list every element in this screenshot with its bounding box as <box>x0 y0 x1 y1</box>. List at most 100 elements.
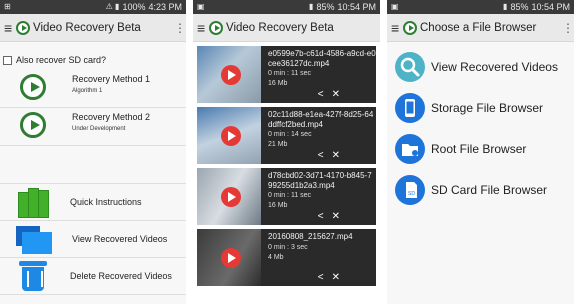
notification-icon: ▣ <box>197 2 205 11</box>
menu-icon[interactable]: ≡ <box>197 20 207 36</box>
main-screen: ⊞ ⚠ ▮ 100% 4:23 PM ≡ Video Recovery Beta… <box>0 0 186 304</box>
method-subtitle: Under Development <box>72 126 126 132</box>
close-icon[interactable]: ✕ <box>332 272 340 283</box>
sd-card-file-browser-option[interactable]: SD SD Card File Browser <box>387 169 574 210</box>
video-thumbnail[interactable] <box>197 168 261 225</box>
close-icon[interactable]: ✕ <box>332 150 340 161</box>
video-size: 4 Mb <box>268 253 284 261</box>
app-logo-icon <box>403 20 417 35</box>
status-bar: ▣ ▮ 85% 10:54 PM <box>193 0 380 14</box>
battery-level: 85% <box>316 2 335 12</box>
play-icon[interactable] <box>221 248 241 268</box>
video-card[interactable]: e0599e7b-c61d-4586-a9cd-e0cee36127dc.mp4… <box>197 46 376 103</box>
recovery-method-1[interactable]: Recovery Method 1 Algorithm 1 <box>0 70 186 108</box>
menu-icon[interactable]: ≡ <box>4 20 14 36</box>
play-icon[interactable] <box>221 65 241 85</box>
video-card[interactable]: d78cbd02-3d71-4170-b845-799255d1b2a3.mp4… <box>197 168 376 225</box>
close-icon[interactable]: ✕ <box>332 211 340 222</box>
play-icon[interactable] <box>221 187 241 207</box>
video-size: 16 Mb <box>268 202 288 209</box>
video-filename: d78cbd02-3d71-4170-b845-799255d1b2a3.mp4 <box>268 171 372 190</box>
overflow-menu-icon[interactable]: ⋮ <box>174 21 186 35</box>
svg-text:SD: SD <box>408 191 415 197</box>
status-bar: ▣ ▮ 85% 10:54 PM <box>387 0 574 14</box>
action-label: View Recovered Videos <box>72 234 168 244</box>
video-duration: 0 min : 3 sec <box>268 243 308 251</box>
play-icon[interactable] <box>221 126 241 146</box>
video-filename: 02c11d88-e1ea-427f-8d25-64ddffcf2bed.mp4 <box>268 110 374 129</box>
quick-instructions-item[interactable]: Quick Instructions <box>0 184 186 221</box>
clock: 4:23 PM <box>148 2 182 12</box>
action-label: Quick Instructions <box>70 197 142 207</box>
file-browser-list: View Recovered Videos Storage File Brows… <box>387 42 574 210</box>
video-size: 16 Mb <box>268 80 288 87</box>
video-thumbnail[interactable] <box>197 46 261 103</box>
action-label: Delete Recovered Videos <box>70 271 172 281</box>
share-icon[interactable]: < <box>318 211 324 222</box>
sdcard-icon: SD <box>395 174 425 205</box>
view-recovered-videos-option[interactable]: View Recovered Videos <box>387 46 574 87</box>
clock: 10:54 PM <box>337 2 376 12</box>
option-label: View Recovered Videos <box>431 59 558 74</box>
video-thumbnail[interactable] <box>197 229 261 286</box>
method-title: Recovery Method 2 <box>72 112 151 122</box>
app-bar: ≡ Choose a File Browser ⋮ <box>387 14 574 42</box>
phone-icon <box>395 92 425 123</box>
video-list-screen: ▣ ▮ 85% 10:54 PM ≡ Video Recovery Beta e… <box>193 0 380 304</box>
root-file-browser-option[interactable]: Root File Browser <box>387 128 574 169</box>
app-title: Video Recovery Beta <box>33 21 141 34</box>
option-label: Root File Browser <box>431 141 527 156</box>
notification-icon: ⊞ <box>4 2 11 11</box>
share-icon[interactable]: < <box>318 272 324 283</box>
video-duration: 0 min : 11 sec <box>268 192 312 199</box>
app-logo-icon <box>209 20 223 35</box>
storage-file-browser-option[interactable]: Storage File Browser <box>387 87 574 128</box>
video-card[interactable]: 20160808_215627.mp4 0 min : 3 sec 4 Mb <… <box>197 229 376 286</box>
sd-card-checkbox[interactable] <box>3 55 12 65</box>
trash-icon <box>16 259 50 293</box>
sd-card-checkbox-label: Also recover SD card? <box>16 55 107 65</box>
video-list: e0599e7b-c61d-4586-a9cd-e0cee36127dc.mp4… <box>193 42 380 286</box>
clock: 10:54 PM <box>531 2 570 12</box>
folder-icon <box>16 224 52 254</box>
video-size: 21 Mb <box>268 141 288 148</box>
app-bar: ≡ Video Recovery Beta <box>193 14 380 42</box>
battery-level: 85% <box>510 2 529 12</box>
overflow-menu-icon[interactable]: ⋮ <box>562 21 574 35</box>
notification-icon: ▣ <box>391 2 399 11</box>
share-icon[interactable]: < <box>318 150 324 161</box>
delete-recovered-videos-item[interactable]: Delete Recovered Videos <box>0 258 186 295</box>
method-subtitle: Algorithm 1 <box>72 88 103 94</box>
app-title: Video Recovery Beta <box>226 21 334 34</box>
video-thumbnail[interactable] <box>197 107 261 164</box>
menu-icon[interactable]: ≡ <box>391 20 401 36</box>
play-icon <box>20 74 46 100</box>
share-icon[interactable]: < <box>318 89 324 100</box>
video-filename: 20160808_215627.mp4 <box>268 232 353 241</box>
video-filename: e0599e7b-c61d-4586-a9cd-e0cee36127dc.mp4 <box>268 49 376 68</box>
app-title: Choose a File Browser <box>420 21 537 34</box>
method-title: Recovery Method 1 <box>72 74 151 84</box>
option-label: Storage File Browser <box>431 100 544 115</box>
video-duration: 0 min : 14 sec <box>268 131 312 138</box>
view-recovered-videos-item[interactable]: View Recovered Videos <box>0 221 186 258</box>
folder-icon <box>395 133 425 164</box>
close-icon[interactable]: ✕ <box>332 89 340 100</box>
signal-icon: ▮ <box>503 2 508 11</box>
signal-icon: ⚠ ▮ <box>105 2 120 11</box>
empty-row <box>0 146 186 184</box>
app-bar: ≡ Video Recovery Beta ⋮ <box>0 14 186 42</box>
recovery-method-2[interactable]: Recovery Method 2 Under Development <box>0 108 186 146</box>
video-card[interactable]: 02c11d88-e1ea-427f-8d25-64ddffcf2bed.mp4… <box>197 107 376 164</box>
option-label: SD Card File Browser <box>431 182 548 197</box>
video-duration: 0 min : 11 sec <box>268 70 312 77</box>
file-browser-screen: ▣ ▮ 85% 10:54 PM ≡ Choose a File Browser… <box>387 0 574 304</box>
signal-icon: ▮ <box>309 2 314 11</box>
sd-card-option[interactable]: Also recover SD card? <box>0 50 186 70</box>
play-icon <box>20 112 46 138</box>
books-icon <box>16 186 50 218</box>
magnifier-icon <box>395 51 425 82</box>
battery-level: 100% <box>122 2 146 12</box>
app-logo-icon <box>16 20 30 35</box>
status-bar: ⊞ ⚠ ▮ 100% 4:23 PM <box>0 0 186 14</box>
